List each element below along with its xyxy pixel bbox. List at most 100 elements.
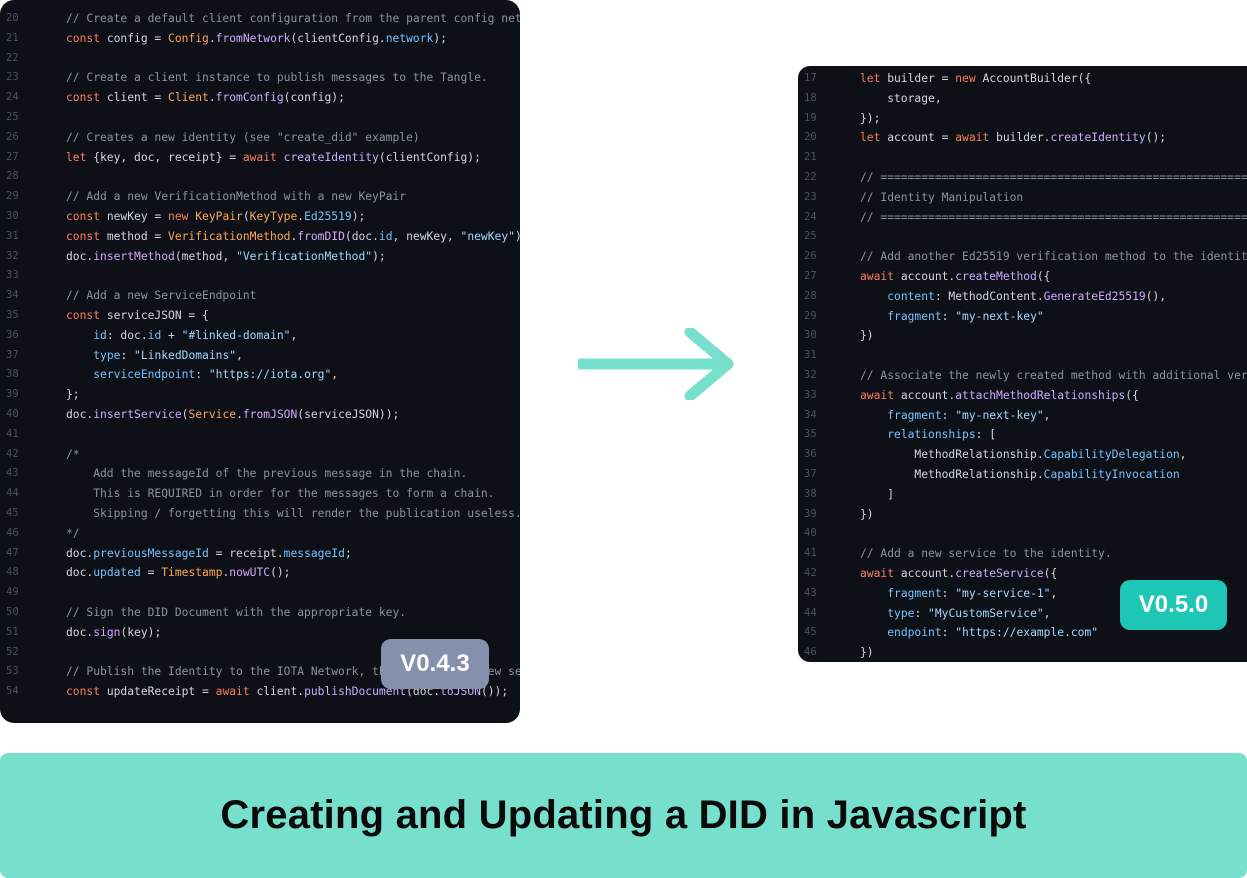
code-text: doc.previousMessageId = receipt.messageI…	[66, 544, 352, 564]
code-token: "VerificationMethod"	[236, 249, 373, 263]
code-token: const	[66, 229, 101, 243]
code-token: new	[955, 72, 976, 85]
code-token: content	[887, 289, 935, 303]
line-number: 53	[6, 665, 19, 678]
line-number: 52	[6, 645, 19, 658]
code-token: Timestamp	[161, 566, 223, 580]
line-number: 47	[6, 546, 19, 559]
code-text: const config = Config.fromNetwork(client…	[66, 29, 447, 49]
code-token: :	[941, 408, 956, 422]
code-token: "my-next-key"	[955, 408, 1044, 422]
code-token: : [	[975, 428, 997, 442]
code-line: 18 storage,	[798, 89, 1247, 109]
code-token: const	[66, 31, 101, 45]
code-line: 50 // Sign the DID Document with the appr…	[0, 603, 520, 623]
code-token: Config	[168, 31, 209, 45]
code-text: MethodRelationship.CapabilityInvocation	[860, 465, 1179, 485]
code-text: fragment: "my-next-key"	[860, 307, 1044, 327]
line-number: 26	[804, 250, 817, 263]
code-text: doc.sign(key);	[66, 623, 161, 643]
code-token: id	[147, 328, 162, 342]
code-token: const	[66, 209, 101, 223]
code-line: 48 doc.updated = Timestamp.nowUTC();	[0, 563, 520, 583]
code-token: doc.	[66, 407, 94, 421]
code-token: .	[208, 91, 216, 105]
code-token: doc.	[66, 566, 94, 580]
line-number: 54	[6, 685, 19, 698]
code-token: doc.	[66, 625, 94, 639]
code-token: createMethod	[955, 269, 1037, 283]
code-token: fragment	[887, 408, 942, 422]
line-number: 17	[804, 72, 817, 84]
code-token: "LinkedDomains"	[134, 348, 237, 362]
code-line: 41	[0, 425, 520, 445]
code-token: ());	[480, 685, 509, 699]
code-token: let	[860, 131, 881, 145]
code-line: 34 // Add a new ServiceEndpoint	[0, 286, 520, 306]
code-token: ,	[1043, 408, 1051, 422]
code-token: ({	[1036, 269, 1051, 283]
code-token: sign	[93, 625, 121, 639]
line-number: 38	[6, 368, 19, 381]
line-number: 45	[804, 626, 817, 639]
code-text: // Add a new VerificationMethod with a n…	[66, 187, 406, 207]
code-token: "my-service-1"	[955, 586, 1051, 600]
code-token: let	[66, 150, 87, 164]
code-line: 28 content: MethodContent.GenerateEd2551…	[798, 287, 1247, 307]
code-token: "my-next-key"	[955, 309, 1044, 323]
code-token: =	[140, 566, 162, 580]
code-token: MethodRelationship.	[860, 467, 1044, 481]
code-line: 36 MethodRelationship.CapabilityDelegati…	[798, 445, 1247, 465]
code-token: // Create a default client configuration…	[66, 12, 520, 25]
code-panel-v050: 17 let builder = new AccountBuilder({18 s…	[798, 66, 1247, 662]
code-token: account.	[894, 566, 956, 580]
code-text: await account.createService({	[860, 564, 1057, 584]
code-token: client =	[100, 91, 169, 105]
code-text: doc.insertMethod(method, "VerificationMe…	[66, 247, 386, 267]
code-token: This is REQUIRED in order for the messag…	[66, 487, 495, 501]
code-token: Add the messageId of the previous messag…	[66, 467, 468, 481]
line-number: 21	[804, 151, 817, 164]
line-number: 48	[6, 566, 19, 579]
code-line: 39})	[798, 505, 1247, 525]
code-line: 35 relationships: [	[798, 425, 1247, 445]
code-text: Skipping / forgetting this will render t…	[66, 504, 520, 524]
code-token: = receipt.	[208, 546, 284, 560]
line-number: 32	[6, 249, 19, 262]
code-token: ();	[1145, 131, 1167, 145]
code-text: let builder = new AccountBuilder({	[860, 69, 1091, 89]
code-line: 34 fragment: "my-next-key",	[798, 406, 1247, 426]
line-number: 24	[804, 210, 817, 223]
code-line: 37 type: "LinkedDomains",	[0, 346, 520, 366]
code-line: 46 */	[0, 524, 520, 544]
code-text: This is REQUIRED in order for the messag…	[66, 484, 494, 504]
code-panel-v043: 20 // Create a default client configurati…	[0, 0, 520, 723]
code-token: new	[168, 209, 189, 223]
code-token: // =====================================…	[860, 210, 1247, 224]
code-token: (key);	[120, 625, 162, 639]
line-number: 22	[804, 170, 817, 183]
line-number: 34	[6, 289, 19, 302]
code-text: // Create a default client configuration…	[66, 9, 520, 29]
code-text: relationships: [	[860, 425, 996, 445]
code-token: };	[66, 388, 80, 402]
code-text: doc.insertService(Service.fromJSON(servi…	[66, 405, 399, 425]
code-token: await	[860, 269, 895, 283]
code-token: doc.	[66, 546, 94, 560]
code-text: fragment: "my-service-1",	[860, 584, 1057, 604]
code-token: , newKey,	[392, 229, 461, 243]
code-text: // =====================================…	[860, 168, 1247, 188]
code-token: relationships	[887, 428, 976, 442]
code-line: 20 // Create a default client configurati…	[0, 9, 520, 29]
code-token: newKey =	[100, 209, 169, 223]
code-token: ;	[344, 546, 352, 560]
code-token: })	[860, 507, 874, 521]
code-line: 40	[798, 524, 1247, 544]
code-token: });	[860, 111, 881, 125]
code-line: 30})	[798, 326, 1247, 346]
code-line: 25	[0, 108, 520, 128]
